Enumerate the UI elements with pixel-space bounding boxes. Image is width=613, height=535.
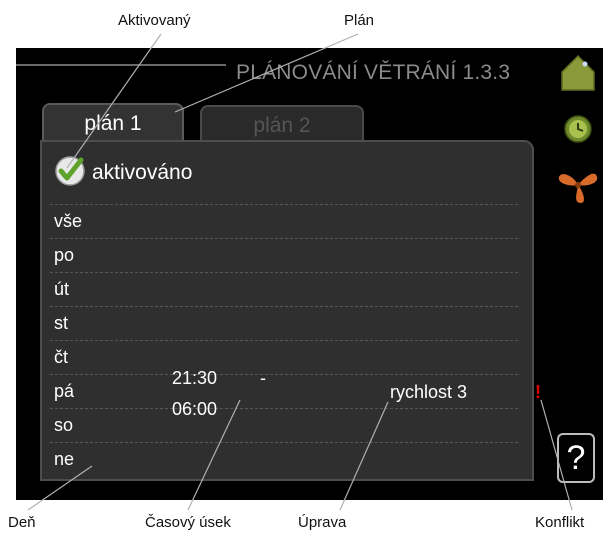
callout-leader-lines (27, 33, 573, 511)
leader-conflict (540, 399, 573, 511)
leader-day (27, 465, 93, 511)
leader-schedule (174, 33, 359, 113)
leader-adjustment (339, 401, 389, 511)
leader-activated (66, 33, 162, 169)
leader-time-period (187, 399, 241, 511)
